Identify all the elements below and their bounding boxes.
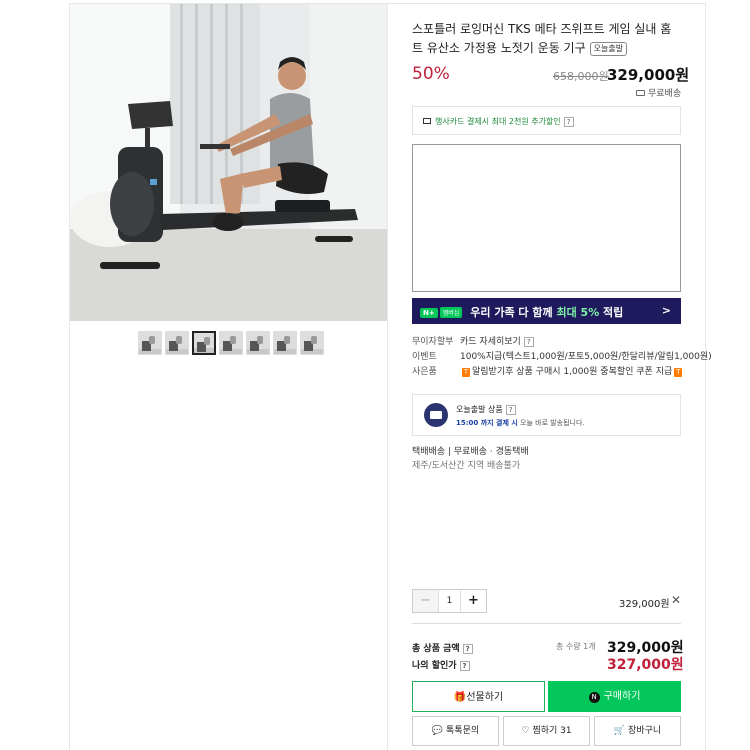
thumbnail[interactable] xyxy=(138,331,162,355)
thumbnail[interactable] xyxy=(219,331,243,355)
shipping-text: 무료배송 xyxy=(648,89,682,99)
rowing-machine-photo xyxy=(70,4,387,321)
today-shipping-title: 오늘출발 상품? xyxy=(456,404,516,415)
delivery-method: 택배배송 | 무료배송 · 경동택배 xyxy=(412,447,529,457)
total-label: 총 상품 금액? xyxy=(412,641,473,654)
delivery-truck-icon xyxy=(424,403,448,427)
event-row: 이벤트 100%지급(텍스트1,000원/포토5,000원/한달리뷰/알림1,00… xyxy=(412,349,712,362)
help-icon[interactable]: ? xyxy=(563,117,574,127)
card-icon xyxy=(423,118,431,124)
gift-value: 알림받기후 상품 구매시 1,000원 중복할인 쿠폰 지급 xyxy=(472,367,673,377)
my-discount-label: 나의 할인가? xyxy=(412,658,470,671)
my-discount-price: 327,000원 xyxy=(607,657,684,673)
cart-icon: 🛒 xyxy=(613,726,626,736)
help-icon[interactable]: ? xyxy=(505,405,516,415)
thumbnail-selected[interactable] xyxy=(192,331,216,355)
chat-icon: 💬 xyxy=(431,726,444,736)
today-shipping-note: 15:00 까지 결제 시 오늘 바로 발송됩니다. xyxy=(456,418,585,428)
gift-label: 사은품 xyxy=(412,367,437,377)
shipping-info: 무료배송 xyxy=(636,86,681,99)
discount-rate: 50% xyxy=(412,64,450,84)
cutoff-time: 15:00 까지 결제 시 xyxy=(456,419,518,427)
event-label: 이벤트 xyxy=(412,352,437,362)
thumbnail[interactable] xyxy=(273,331,297,355)
wishlist-button[interactable]: ♡ 찜하기 31 xyxy=(503,716,590,746)
sale-price: 329,000원 xyxy=(607,66,690,84)
increase-quantity-button[interactable]: + xyxy=(461,590,486,612)
delivery-restriction: 제주/도서산간 지역 배송불가 xyxy=(412,461,521,471)
gift-row: 사은품 T 알림받기후 상품 구매시 1,000원 중복할인 쿠폰 지급 T xyxy=(412,364,684,377)
banner-suffix: 적립 xyxy=(599,306,624,319)
installment-link[interactable]: 카드 자세히보기 xyxy=(460,337,521,347)
thumbnail-strip xyxy=(138,331,324,355)
today-shipping-box: 오늘출발 상품? 15:00 까지 결제 시 오늘 바로 발송됩니다. xyxy=(412,394,681,436)
total-count: 총 수량 1개 xyxy=(556,642,596,651)
today-shipping-desc: 오늘 바로 발송됩니다. xyxy=(520,419,585,427)
naver-pay-icon: N xyxy=(588,692,600,703)
embedded-frame xyxy=(412,144,681,292)
coupon-icon: T xyxy=(462,368,470,377)
help-icon[interactable]: ? xyxy=(523,337,534,347)
product-title: 스포틀러 로잉머신 TKS 메타 즈위프트 게임 실내 홈트 유산소 가정용 노… xyxy=(412,20,682,58)
truck-icon xyxy=(636,90,645,96)
heart-icon: ♡ xyxy=(521,726,530,736)
thumbnail[interactable] xyxy=(165,331,189,355)
product-title-text: 스포틀러 로잉머신 TKS 메타 즈위프트 게임 실내 홈트 유산소 가정용 노… xyxy=(412,22,672,55)
installment-row: 무이자할부 카드 자세히보기? xyxy=(412,334,534,347)
chevron-right-icon: > xyxy=(661,304,671,317)
card-promo-box[interactable]: 행사카드 결제시 최대 2천원 추가할인? xyxy=(412,106,681,135)
installment-label: 무이자할부 xyxy=(412,337,454,347)
gift-icon: 🎁 xyxy=(453,692,467,703)
cart-button[interactable]: 🛒 장바구니 xyxy=(594,716,681,746)
membership-tag: 멤버십 xyxy=(439,307,463,318)
banner-highlight: 최대 5% xyxy=(556,306,600,319)
gift-button[interactable]: 🎁선물하기 xyxy=(412,681,545,712)
banner-text: 우리 가족 다 함께 xyxy=(470,306,557,319)
naver-membership-banner[interactable]: N+ 멤버십 우리 가족 다 함께 최대 5% 적립 > xyxy=(412,298,681,324)
coupon-icon: T xyxy=(674,368,683,377)
product-main-image[interactable] xyxy=(70,4,387,321)
thumbnail[interactable] xyxy=(246,331,270,355)
help-icon[interactable]: ? xyxy=(462,644,473,654)
original-price: 658,000원 xyxy=(553,70,609,83)
buy-button[interactable]: N 구매하기 xyxy=(548,681,681,712)
quantity-stepper: − 1 + xyxy=(412,589,487,613)
today-shipping-badge: 오늘출발 xyxy=(589,42,628,56)
naver-plus-logo: N+ xyxy=(420,308,438,318)
column-divider xyxy=(387,3,388,750)
divider xyxy=(412,623,681,624)
close-icon[interactable]: ✕ xyxy=(671,593,681,607)
quantity-value[interactable]: 1 xyxy=(438,590,461,612)
option-line-price: 329,000원 xyxy=(619,599,670,610)
talk-inquiry-button[interactable]: 💬 톡톡문의 xyxy=(412,716,499,746)
help-icon[interactable]: ? xyxy=(459,661,470,671)
card-promo-text: 행사카드 결제시 최대 2천원 추가할인 xyxy=(435,117,561,126)
thumbnail[interactable] xyxy=(300,331,324,355)
event-value: 100%지급(텍스트1,000원/포토5,000원/한달리뷰/알림1,000원) xyxy=(460,352,712,362)
decrease-quantity-button[interactable]: − xyxy=(413,590,438,612)
